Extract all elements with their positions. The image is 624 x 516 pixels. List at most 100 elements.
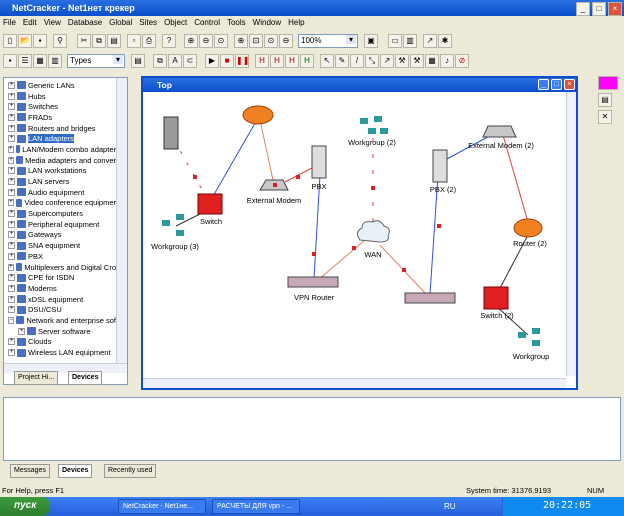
expand-icon[interactable]: +: [8, 113, 15, 121]
router-icon[interactable]: [513, 218, 543, 238]
minimize-button[interactable]: _: [576, 2, 590, 16]
expand-icon[interactable]: +: [8, 81, 15, 89]
zoom-icon[interactable]: ⊙: [214, 33, 228, 48]
tree-item[interactable]: + Supercomputers: [4, 208, 116, 219]
link-icon[interactable]: ⊂: [183, 53, 197, 68]
expand-icon[interactable]: +: [8, 349, 15, 357]
taskbar-item-netcracker[interactable]: NetCracker - Net1не...: [118, 499, 206, 514]
expand-icon[interactable]: +: [8, 156, 14, 164]
zoom-fit-icon[interactable]: ⊕: [234, 33, 248, 48]
tree-item[interactable]: + FRADs: [4, 112, 116, 123]
link[interactable]: [211, 117, 259, 199]
traffic-add-icon[interactable]: H: [255, 53, 269, 68]
tree-item[interactable]: + SNA equipment: [4, 240, 116, 251]
tree-item[interactable]: + LAN workstations: [4, 166, 116, 177]
menu-help[interactable]: Help: [288, 18, 304, 28]
expand-icon[interactable]: +: [8, 135, 15, 143]
expand-icon[interactable]: +: [8, 263, 14, 271]
expand-icon[interactable]: +: [8, 306, 15, 314]
menu-tools[interactable]: Tools: [227, 18, 246, 28]
expand-icon[interactable]: +: [8, 145, 14, 153]
expand-icon[interactable]: +: [8, 124, 15, 132]
tree-item[interactable]: + Hubs: [4, 91, 116, 102]
tree-item[interactable]: + Peripheral equipment: [4, 219, 116, 230]
tree-item[interactable]: + Switches: [4, 101, 116, 112]
menu-object[interactable]: Object: [164, 18, 187, 28]
report-icon[interactable]: ▥: [403, 33, 417, 48]
menu-global[interactable]: Global: [109, 18, 132, 28]
tree-item[interactable]: − Network and enterprise sof: [4, 315, 116, 326]
fit-icon[interactable]: ▣: [364, 33, 378, 48]
menu-control[interactable]: Control: [194, 18, 220, 28]
expand-icon[interactable]: +: [8, 231, 15, 239]
line-icon[interactable]: /: [350, 53, 364, 68]
expand-icon[interactable]: +: [8, 242, 15, 250]
maximize-button[interactable]: □: [592, 2, 606, 16]
tree-item[interactable]: + Modems: [4, 283, 116, 294]
traffic-remove-icon[interactable]: H: [285, 53, 299, 68]
expand-icon[interactable]: −: [8, 316, 15, 324]
traffic-profile-icon[interactable]: H: [300, 53, 314, 68]
modem-icon[interactable]: [482, 125, 517, 138]
find-device-icon[interactable]: A: [168, 53, 182, 68]
tree-item[interactable]: + Wireless LAN equipment: [4, 347, 116, 358]
expand-icon[interactable]: +: [8, 92, 15, 100]
expand-icon[interactable]: +: [8, 220, 15, 228]
tree-item[interactable]: + Audio equipment: [4, 187, 116, 198]
zoom-prev-icon[interactable]: ⊙: [264, 33, 278, 48]
chart-icon[interactable]: ↗: [423, 33, 437, 48]
language-indicator[interactable]: RU: [444, 502, 456, 511]
expand-icon[interactable]: +: [8, 338, 15, 346]
traffic-icon[interactable]: H: [270, 53, 284, 68]
vpn-router-icon[interactable]: [287, 276, 339, 288]
pbx-icon[interactable]: [432, 149, 448, 183]
pointer-icon[interactable]: ↖: [320, 53, 334, 68]
save-icon[interactable]: ▪: [33, 33, 47, 48]
color-picker-button[interactable]: [598, 76, 618, 90]
tab-project-hierarchy[interactable]: Project Hi...: [14, 371, 59, 385]
menu-database[interactable]: Database: [68, 18, 102, 28]
router-icon[interactable]: [242, 105, 274, 125]
tree-item[interactable]: + Clouds: [4, 337, 116, 348]
print-icon[interactable]: ⎙: [142, 33, 156, 48]
diagram-maximize-button[interactable]: □: [551, 79, 562, 90]
cut-icon[interactable]: ✂: [77, 33, 91, 48]
tab-messages[interactable]: Messages: [10, 464, 50, 478]
tool-icon[interactable]: ⚒: [395, 53, 409, 68]
vertical-scrollbar[interactable]: [116, 78, 127, 363]
link-tool-icon[interactable]: ↗: [380, 53, 394, 68]
tree-item[interactable]: + Video conference equipmer: [4, 198, 116, 209]
pbx-icon[interactable]: [311, 145, 327, 179]
expand-icon[interactable]: +: [8, 178, 15, 186]
workgroup-icon[interactable]: [360, 116, 388, 134]
tab-recently-used[interactable]: Recently used: [104, 464, 157, 478]
diagram-minimize-button[interactable]: _: [538, 79, 549, 90]
copy-device-icon[interactable]: ⧉: [153, 53, 167, 68]
workgroup-icon[interactable]: [518, 328, 540, 346]
tab-devices-bottom[interactable]: Devices: [58, 464, 93, 478]
router-device-icon[interactable]: [404, 292, 456, 304]
copy-icon[interactable]: ⧉: [92, 33, 106, 48]
diagram-vertical-scrollbar[interactable]: [566, 92, 576, 376]
link[interactable]: [317, 239, 366, 281]
wan-cloud-icon[interactable]: [356, 220, 390, 243]
tree-item[interactable]: + xDSL equipment: [4, 294, 116, 305]
no-icon[interactable]: ⊘: [455, 53, 469, 68]
tree-item[interactable]: + Server software: [4, 326, 116, 337]
switch-icon[interactable]: [483, 286, 509, 310]
tree-item[interactable]: + Routers and bridges: [4, 123, 116, 134]
expand-icon[interactable]: +: [8, 167, 15, 175]
zoom-all-icon[interactable]: ⊖: [279, 33, 293, 48]
expand-icon[interactable]: +: [8, 210, 15, 218]
properties-icon[interactable]: ▤: [598, 93, 612, 107]
tree-item[interactable]: + PBX: [4, 251, 116, 262]
tree-item[interactable]: + Generic LANs: [4, 80, 116, 91]
close-button[interactable]: ×: [608, 2, 622, 16]
tree-item[interactable]: + LAN servers: [4, 176, 116, 187]
diagram-close-button[interactable]: ×: [564, 79, 575, 90]
zoom-out-icon[interactable]: ⊖: [199, 33, 213, 48]
tree-item[interactable]: + CPE for ISDN: [4, 272, 116, 283]
tree-item[interactable]: + DSU/CSU: [4, 304, 116, 315]
menu-edit[interactable]: Edit: [23, 18, 37, 28]
expand-icon[interactable]: +: [8, 295, 15, 303]
